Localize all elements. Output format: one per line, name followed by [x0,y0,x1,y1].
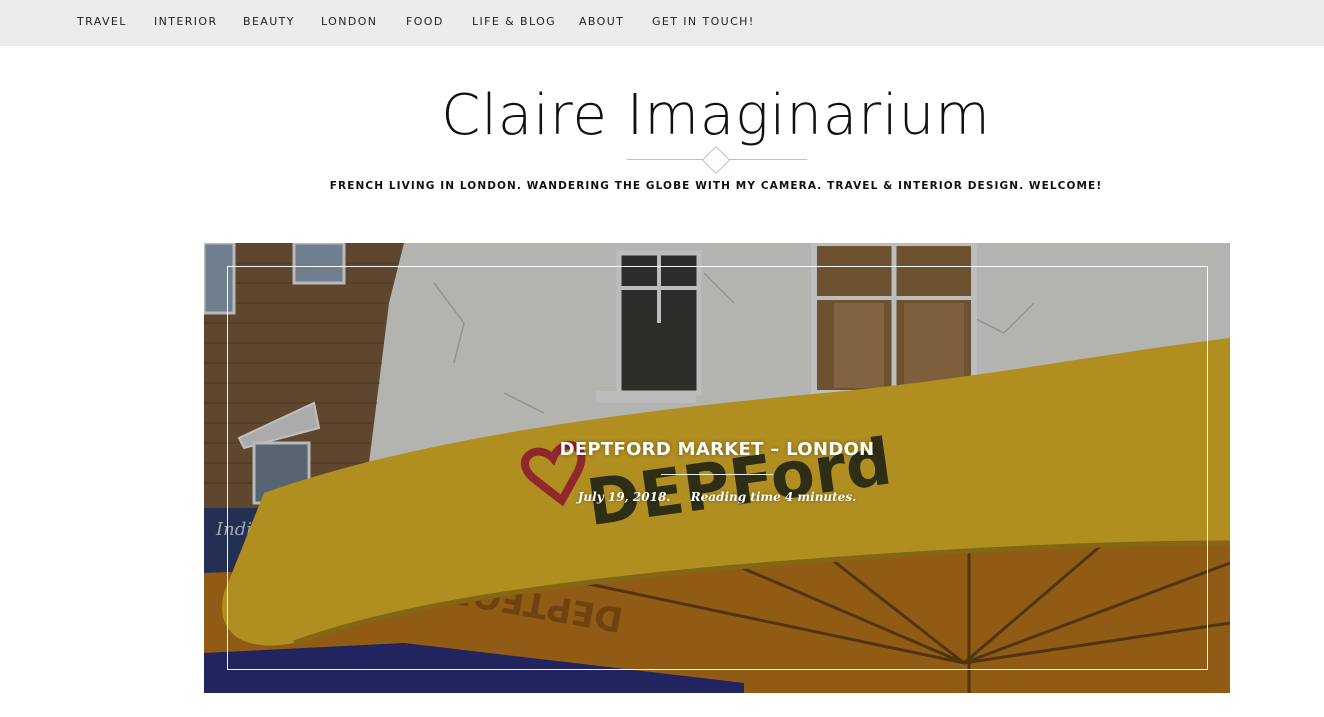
nav-item-travel[interactable]: TRAVEL [77,15,127,28]
site-tagline: FRENCH LIVING IN LONDON. WANDERING THE G… [329,180,1103,192]
post-date: July 19, 2018. [577,490,671,504]
nav-item-food[interactable]: FOOD [406,15,444,28]
nav-item-about[interactable]: ABOUT [579,15,624,28]
nav-item-life-blog[interactable]: LIFE & BLOG [472,15,556,28]
image-frame [227,266,1208,670]
nav-item-beauty[interactable]: BEAUTY [243,15,295,28]
post-title-rule [661,474,773,475]
nav-item-get-in-touch[interactable]: GET IN TOUCH! [652,15,755,28]
nav-item-london[interactable]: LONDON [321,15,377,28]
post-reading-time: Reading time 4 minutes. [690,490,857,504]
post-title[interactable]: DEPTFORD MARKET – LONDON [204,439,1230,460]
post-meta: July 19, 2018. Reading time 4 minutes. [204,490,1230,504]
top-navigation: TRAVEL INTERIOR BEAUTY LONDON FOOD LIFE … [0,0,1324,46]
featured-post-card[interactable]: Indian DEPTFORD DEPFord DEPTFORD MARKET … [204,243,1230,693]
nav-item-interior[interactable]: INTERIOR [154,15,218,28]
site-title[interactable]: Claire Imaginarium [0,80,1324,152]
